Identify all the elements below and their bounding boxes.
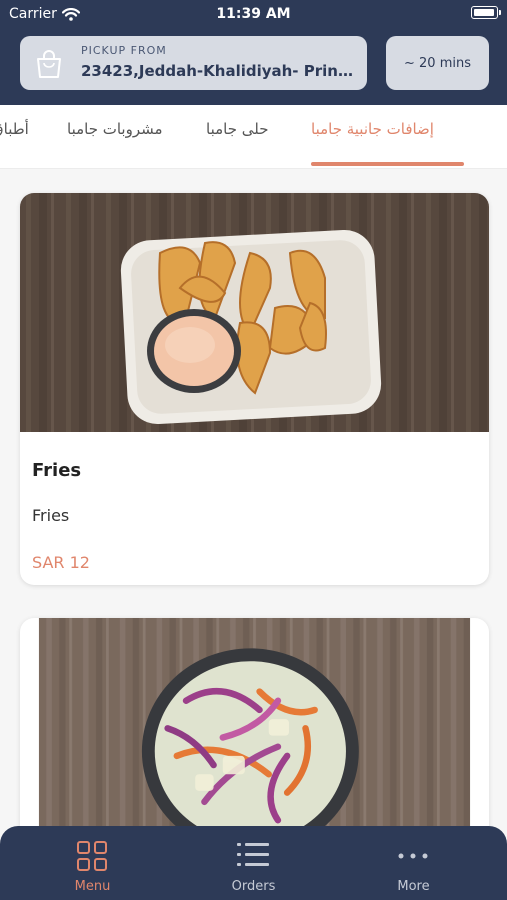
nav-orders-label: Orders	[231, 879, 276, 894]
item-price: SAR 12	[32, 553, 90, 572]
tab-dishes[interactable]: أطباق	[0, 120, 29, 138]
pickup-label: PICKUP FROM	[81, 44, 167, 57]
dots-icon	[398, 853, 428, 859]
bottom-nav: Menu Orders More	[0, 826, 507, 900]
item-name: Fries	[32, 460, 82, 481]
active-tab-indicator	[311, 162, 464, 166]
coleslaw-photo	[38, 618, 471, 857]
nav-orders[interactable]: Orders	[169, 826, 338, 900]
nav-more-label: More	[397, 879, 430, 894]
item-description: Fries	[32, 506, 70, 525]
nav-more[interactable]: More	[329, 826, 498, 900]
status-bar: Carrier 11:39 AM	[0, 0, 507, 30]
nav-menu-label: Menu	[74, 879, 111, 894]
nav-menu[interactable]: Menu	[8, 826, 177, 900]
eta-button[interactable]: ~ 20 mins	[386, 36, 489, 90]
tab-desserts[interactable]: حلى جامبا	[206, 120, 268, 138]
menu-item-card[interactable]: Fries Fries SAR 12	[20, 193, 489, 585]
fries-photo	[20, 193, 489, 432]
top-header: Carrier 11:39 AM PICKUP FROM 23423,Jedda…	[0, 0, 507, 105]
battery-icon	[471, 6, 501, 19]
status-time: 11:39 AM	[216, 6, 291, 22]
pickup-location-selector[interactable]: PICKUP FROM 23423,Jeddah-Khalidiyah- Pri…	[20, 36, 367, 90]
grid-icon	[77, 841, 107, 871]
list-icon	[237, 843, 269, 866]
tab-drinks[interactable]: مشروبات جامبا	[67, 120, 163, 138]
pickup-address: 23423,Jeddah-Khalidiyah- Prince Sultan	[81, 62, 357, 80]
shopping-bag-icon	[37, 50, 61, 78]
category-tabs: إضافات جانبية جامبا حلى جامبا مشروبات جا…	[0, 105, 507, 169]
tab-side-dishes[interactable]: إضافات جانبية جامبا	[311, 120, 434, 138]
